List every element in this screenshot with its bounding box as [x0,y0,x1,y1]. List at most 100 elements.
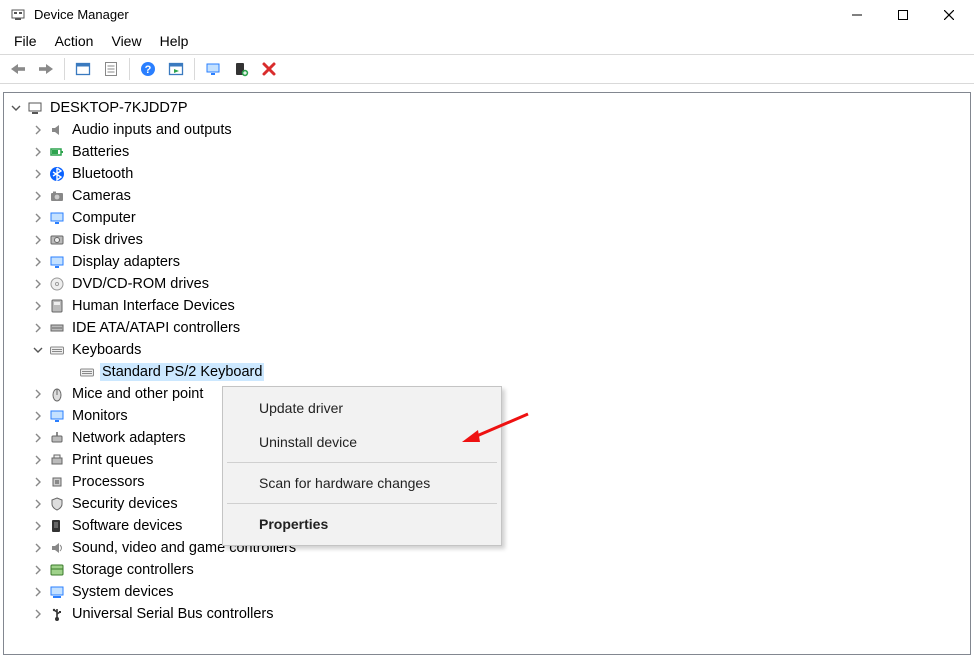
tree-category[interactable]: Display adapters [8,251,966,273]
tree-category-label: Security devices [70,495,180,513]
svg-text:?: ? [145,64,152,76]
tree-category-label: Human Interface Devices [70,297,237,315]
chevron-right-icon[interactable] [30,606,46,622]
disc-icon [48,275,66,293]
context-menu-item[interactable]: Uninstall device [223,425,501,459]
tree-category[interactable]: Storage controllers [8,559,966,581]
menu-action[interactable]: Action [47,31,102,51]
toolbar-separator [64,58,65,80]
tree-category[interactable]: Audio inputs and outputs [8,119,966,141]
cpu-icon [48,473,66,491]
menubar: File Action View Help [0,30,974,54]
chevron-down-icon[interactable] [8,100,24,116]
close-button[interactable] [926,0,972,30]
chevron-right-icon[interactable] [30,210,46,226]
add-hardware-button[interactable] [229,57,253,81]
help-button[interactable]: ? [136,57,160,81]
menu-file[interactable]: File [6,31,45,51]
maximize-button[interactable] [880,0,926,30]
tree-root[interactable]: DESKTOP-7KJDD7P [8,97,966,119]
tree-category[interactable]: Bluetooth [8,163,966,185]
tree-category[interactable]: Cameras [8,185,966,207]
chevron-right-icon[interactable] [30,188,46,204]
bluetooth-icon [48,165,66,183]
chevron-right-icon[interactable] [30,540,46,556]
monitor-icon [48,253,66,271]
tree-category[interactable]: System devices [8,581,966,603]
system-icon [48,583,66,601]
tree-category-label: Print queues [70,451,155,469]
sound-icon [48,539,66,557]
chevron-right-icon[interactable] [30,232,46,248]
uninstall-button[interactable] [257,57,281,81]
toolbar-separator [194,58,195,80]
twisty-none [60,364,76,380]
chevron-right-icon[interactable] [30,452,46,468]
keyboard-icon [78,363,96,381]
properties-button[interactable] [99,57,123,81]
chevron-right-icon[interactable] [30,496,46,512]
tree-category-label: IDE ATA/ATAPI controllers [70,319,242,337]
tree-category-label: Audio inputs and outputs [70,121,234,139]
usb-icon [48,605,66,623]
device-tree[interactable]: DESKTOP-7KJDD7P Audio inputs and outputs… [4,93,970,629]
show-hidden-button[interactable] [71,57,95,81]
disk-icon [48,231,66,249]
chevron-right-icon[interactable] [30,408,46,424]
chevron-right-icon[interactable] [30,276,46,292]
tree-category-label: Disk drives [70,231,145,249]
software-icon [48,517,66,535]
chevron-down-icon[interactable] [30,342,46,358]
tree-category[interactable]: Batteries [8,141,966,163]
tree-category-label: Storage controllers [70,561,196,579]
chevron-right-icon[interactable] [30,386,46,402]
ide-icon [48,319,66,337]
chevron-right-icon[interactable] [30,298,46,314]
tree-category[interactable]: Keyboards [8,339,966,361]
context-menu-item[interactable]: Properties [223,507,501,541]
scan-hardware-button[interactable] [201,57,225,81]
menu-help[interactable]: Help [152,31,197,51]
context-menu-item[interactable]: Update driver [223,391,501,425]
chevron-right-icon[interactable] [30,584,46,600]
tree-category-label: Universal Serial Bus controllers [70,605,275,623]
device-manager-window: Device Manager File Action View Help [0,0,974,658]
battery-icon [48,143,66,161]
chevron-right-icon[interactable] [30,144,46,160]
chevron-right-icon[interactable] [30,166,46,182]
tree-category-label: Batteries [70,143,131,161]
monitor-icon [48,209,66,227]
hid-icon [48,297,66,315]
chevron-right-icon[interactable] [30,430,46,446]
tree-category[interactable]: Universal Serial Bus controllers [8,603,966,625]
printer-icon [48,451,66,469]
tree-category[interactable]: Computer [8,207,966,229]
chevron-right-icon[interactable] [30,320,46,336]
chevron-right-icon[interactable] [30,254,46,270]
toolbar: ? [0,54,974,84]
tree-category[interactable]: Disk drives [8,229,966,251]
titlebar: Device Manager [0,0,974,30]
tree-category-label: Processors [70,473,147,491]
context-menu-item[interactable]: Scan for hardware changes [223,466,501,500]
action-window-button[interactable] [164,57,188,81]
context-menu-separator [227,462,497,463]
menu-view[interactable]: View [103,31,149,51]
window-controls [834,0,972,30]
chevron-right-icon[interactable] [30,474,46,490]
tree-category-label: Cameras [70,187,133,205]
minimize-button[interactable] [834,0,880,30]
tree-device[interactable]: Standard PS/2 Keyboard [8,361,966,383]
back-button[interactable] [6,57,30,81]
chevron-right-icon[interactable] [30,122,46,138]
chevron-right-icon[interactable] [30,518,46,534]
tree-category[interactable]: IDE ATA/ATAPI controllers [8,317,966,339]
forward-button[interactable] [34,57,58,81]
tree-category-label: Bluetooth [70,165,135,183]
tree-category-label: Display adapters [70,253,182,271]
tree-category-label: Computer [70,209,138,227]
tree-category[interactable]: DVD/CD-ROM drives [8,273,966,295]
tree-category[interactable]: Human Interface Devices [8,295,966,317]
app-icon [10,7,26,23]
chevron-right-icon[interactable] [30,562,46,578]
